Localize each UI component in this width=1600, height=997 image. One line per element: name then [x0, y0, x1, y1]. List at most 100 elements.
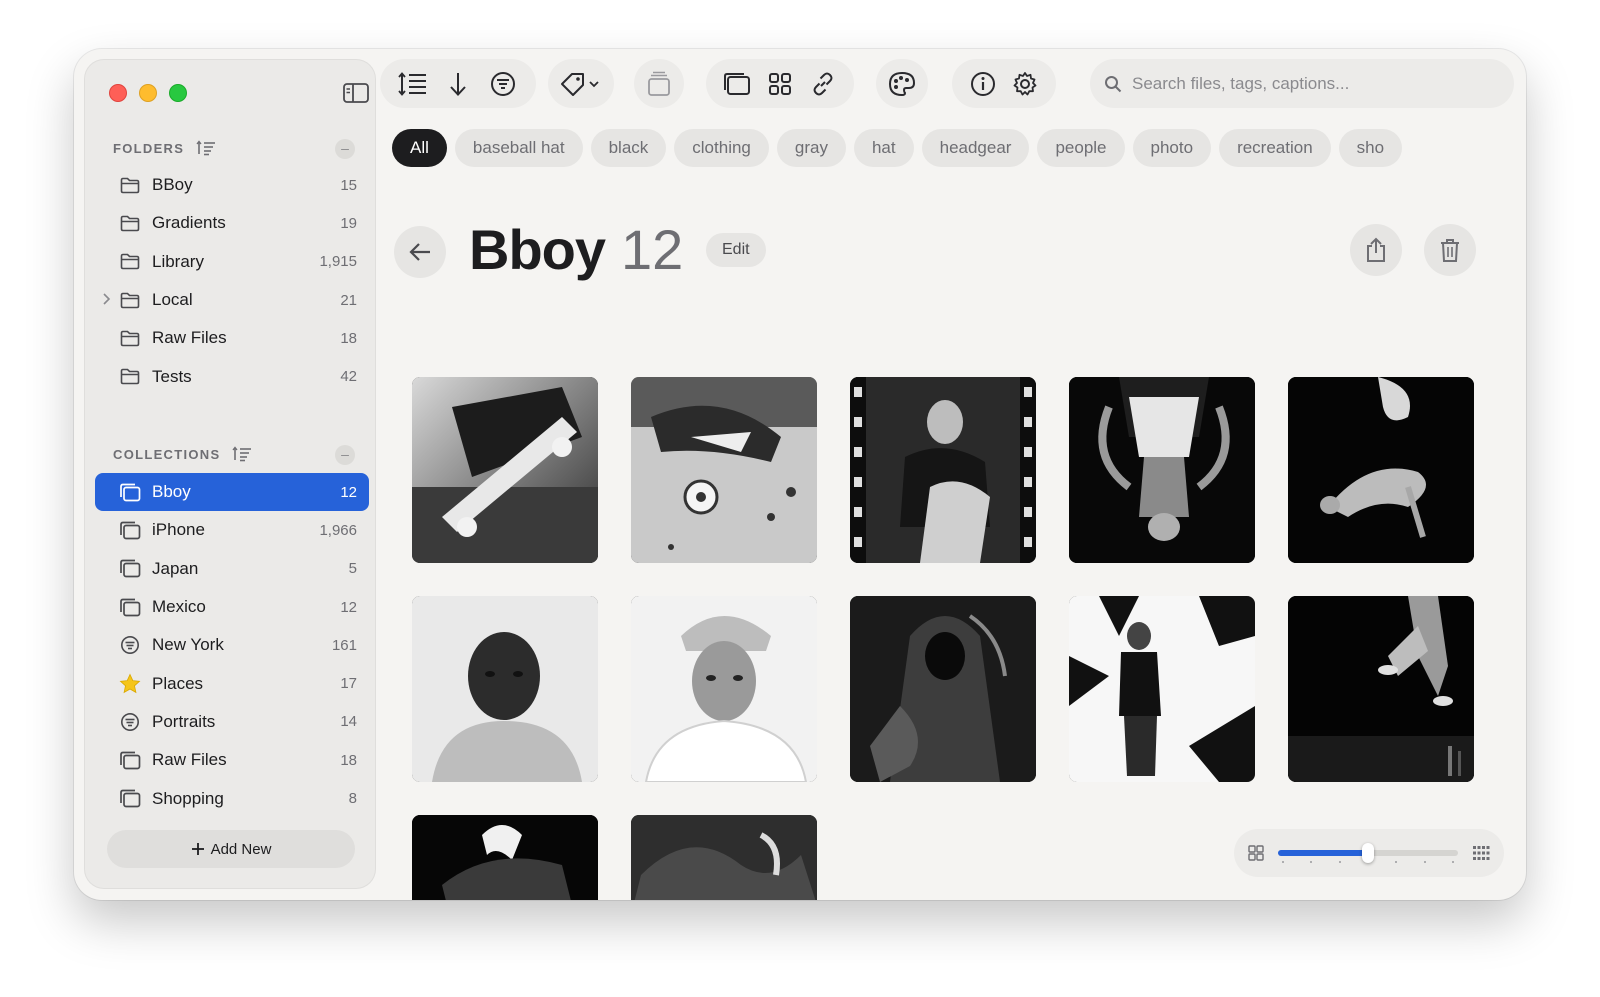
folder-item[interactable]: Local 21 [95, 281, 369, 319]
tag-chip[interactable]: photo [1132, 129, 1212, 167]
folder-icon [119, 289, 141, 311]
folder-item[interactable]: Gradients 19 [95, 204, 369, 242]
collection-item-count: 12 [340, 598, 357, 616]
collection-item[interactable]: Raw Files 18 [95, 741, 369, 779]
collection-item-label: Shopping [152, 788, 224, 808]
edit-button[interactable]: Edit [706, 233, 766, 267]
arrow-down-icon[interactable] [442, 68, 474, 100]
tag-chip[interactable]: gray [776, 129, 846, 167]
tag-chip[interactable]: headgear [921, 129, 1030, 167]
tag-chip[interactable]: sho [1338, 129, 1403, 167]
collection-item-count: 17 [340, 675, 357, 693]
filter-icon[interactable] [487, 68, 519, 100]
folder-icon [119, 174, 141, 196]
collapse-collections-button[interactable]: – [335, 445, 355, 465]
tag-chip[interactable]: hat [853, 129, 914, 167]
share-button[interactable] [1350, 224, 1402, 276]
large-grid-icon[interactable] [1248, 845, 1264, 861]
collection-item[interactable]: Bboy 12 [95, 473, 369, 512]
grid-icon[interactable] [764, 68, 796, 100]
photo-thumbnail[interactable] [1288, 377, 1474, 563]
tag-chip[interactable]: clothing [674, 129, 769, 167]
tag-chip[interactable]: people [1037, 129, 1125, 167]
collection-item[interactable]: Mexico 12 [95, 588, 369, 626]
add-new-button[interactable]: Add New [107, 830, 355, 868]
collection-item-label: Mexico [152, 597, 206, 617]
small-grid-icon[interactable] [1472, 845, 1490, 861]
item-count: 12 [621, 218, 684, 281]
tag-chip[interactable]: baseball hat [454, 129, 583, 167]
sort-icon[interactable] [232, 446, 252, 462]
collection-icon [119, 519, 141, 541]
gear-icon[interactable] [1009, 68, 1041, 100]
folder-item-count: 18 [340, 329, 357, 347]
folder-item-label: Library [152, 251, 204, 271]
zoom-slider[interactable] [1278, 843, 1458, 863]
zoom-slider-knob[interactable] [1362, 843, 1374, 863]
photo-thumbnail[interactable] [631, 377, 817, 563]
share-icon [1367, 237, 1385, 262]
collection-item[interactable]: Shopping 8 [95, 779, 369, 817]
folder-item-count: 1,915 [319, 253, 357, 271]
photo-thumbnail[interactable] [1069, 377, 1255, 563]
collection-item[interactable]: iPhone 1,966 [95, 511, 369, 549]
photo-thumbnail[interactable] [412, 815, 598, 900]
collection-item[interactable]: New York 161 [95, 626, 369, 664]
folder-item-label: Gradients [152, 213, 226, 233]
photo-thumbnail[interactable] [631, 596, 817, 782]
photo-thumbnail[interactable] [412, 377, 598, 563]
folder-item-label: BBoy [152, 175, 193, 195]
collection-item-count: 1,966 [319, 521, 357, 539]
palette-button[interactable] [876, 59, 928, 108]
sidebar: FOLDERS – BBoy 15 Gradients 19 Library 1,915 L… [84, 59, 376, 889]
collection-item-count: 5 [348, 560, 357, 578]
add-new-label: Add New [210, 840, 272, 858]
sort-order-icon[interactable] [397, 68, 429, 100]
star-icon [119, 673, 141, 695]
back-button[interactable] [394, 226, 446, 278]
photo-thumbnail[interactable] [1288, 596, 1474, 782]
folders-title: FOLDERS [113, 140, 185, 156]
folder-item-count: 21 [340, 291, 357, 309]
tag-filter-bar: All baseball hat black clothing gray hat headg… [392, 129, 1526, 171]
folder-item[interactable]: BBoy 15 [95, 166, 369, 204]
info-icon[interactable] [967, 68, 999, 100]
collection-item-label: New York [152, 635, 224, 655]
page-title: Bboy [469, 218, 606, 281]
search-field[interactable]: Search files, tags, captions... [1090, 59, 1514, 108]
tag-chip[interactable]: recreation [1219, 129, 1331, 167]
folder-item-label: Tests [152, 366, 192, 386]
view-group [706, 59, 854, 108]
folder-item[interactable]: Tests 42 [95, 357, 369, 395]
tag-chip[interactable]: black [590, 129, 667, 167]
folder-item[interactable]: Library 1,915 [95, 243, 369, 281]
collection-icon[interactable] [721, 68, 753, 100]
chevron-right-icon[interactable] [101, 292, 113, 306]
link-icon[interactable] [807, 68, 839, 100]
sort-icon[interactable] [196, 140, 216, 156]
sort-group [380, 59, 536, 108]
zoom-slider-fill [1278, 850, 1368, 856]
photo-thumbnail[interactable] [850, 596, 1036, 782]
app-window: FOLDERS – BBoy 15 Gradients 19 Library 1,915 L… [74, 49, 1526, 900]
collection-item-count: 18 [340, 751, 357, 769]
collection-item[interactable]: Japan 5 [95, 550, 369, 588]
photo-thumbnail[interactable] [631, 815, 817, 900]
collection-item-count: 12 [340, 483, 357, 501]
collection-icon [119, 481, 141, 503]
photo-thumbnail[interactable] [412, 596, 598, 782]
folder-item[interactable]: Raw Files 18 [95, 319, 369, 357]
toolbar: Search files, tags, captions... [74, 49, 1526, 121]
photo-thumbnail[interactable] [1069, 596, 1255, 782]
collection-item[interactable]: Places 17 [95, 664, 369, 702]
delete-button[interactable] [1424, 224, 1476, 276]
photo-thumbnail[interactable] [850, 377, 1036, 563]
search-input[interactable]: Search files, tags, captions... [1132, 74, 1349, 94]
tag-chip[interactable]: All [392, 129, 447, 167]
folder-item-count: 15 [340, 176, 357, 194]
collection-item[interactable]: Portraits 14 [95, 703, 369, 741]
stack-icon [648, 71, 670, 96]
tag-menu-button[interactable] [548, 59, 614, 108]
stack-button[interactable] [634, 59, 684, 108]
collapse-folders-button[interactable]: – [335, 139, 355, 159]
